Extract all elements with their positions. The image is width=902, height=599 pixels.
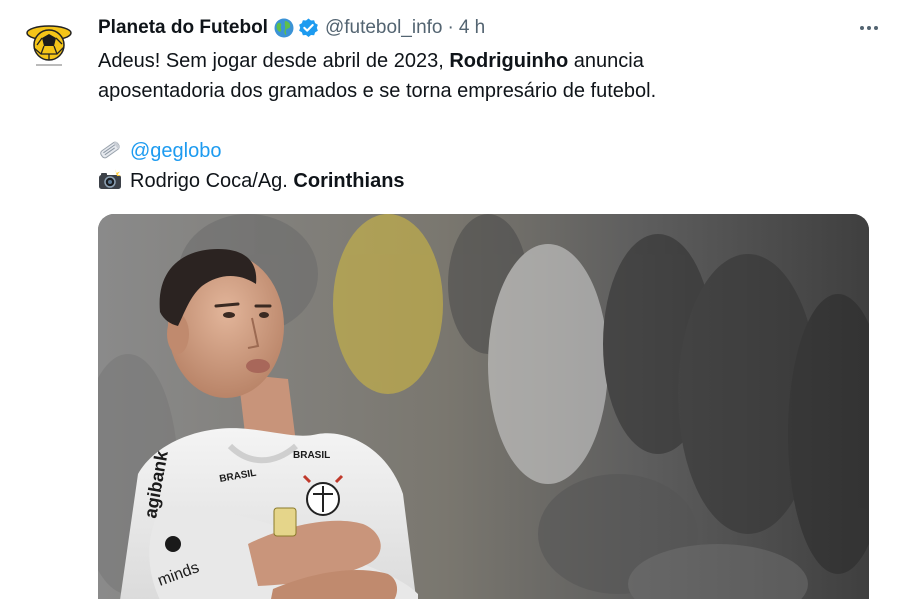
avatar[interactable] <box>20 14 78 72</box>
tweet-timestamp[interactable]: 4 h <box>459 17 485 39</box>
text-end: anuncia <box>568 50 644 72</box>
tweet-text-line-1: Adeus! Sem jogar desde abril de 2023, Ro… <box>98 46 878 76</box>
text-start: Adeus! Sem jogar desde abril de 2023, <box>98 50 450 72</box>
author-handle[interactable]: @futebol_info <box>325 17 443 39</box>
jersey-text-brasil-1: BRASIL <box>293 450 330 461</box>
photo-credit-bold: Corinthians <box>293 170 405 192</box>
photo-credit-line: Rodrigo Coca/Ag. Corinthians <box>98 166 878 196</box>
source-line: @geglobo <box>98 136 878 166</box>
camera-flash-icon <box>98 169 122 191</box>
more-options-icon[interactable] <box>856 16 882 40</box>
tweet-header: Planeta do Futebol @futebol_info · 4 h <box>98 14 882 42</box>
source-link[interactable]: @geglobo <box>130 140 221 162</box>
newspaper-icon <box>98 139 122 161</box>
text-bold-name: Rodriguinho <box>449 50 569 72</box>
planeta-logo-icon <box>20 14 78 72</box>
football-player-photo: agibank minds BRASIL BRASIL <box>98 214 869 599</box>
author-name[interactable]: Planeta do Futebol <box>98 17 268 39</box>
tweet-image[interactable]: agibank minds BRASIL BRASIL <box>98 214 869 599</box>
separator-dot: · <box>447 17 454 38</box>
tweet-text: Adeus! Sem jogar desde abril de 2023, Ro… <box>98 46 878 196</box>
verified-badge-icon <box>298 17 319 39</box>
globe-icon <box>274 18 294 38</box>
photo-credit-text: Rodrigo Coca/Ag. <box>130 170 294 192</box>
tweet-text-line-2: aposentadoria dos gramados e se torna em… <box>98 80 657 102</box>
